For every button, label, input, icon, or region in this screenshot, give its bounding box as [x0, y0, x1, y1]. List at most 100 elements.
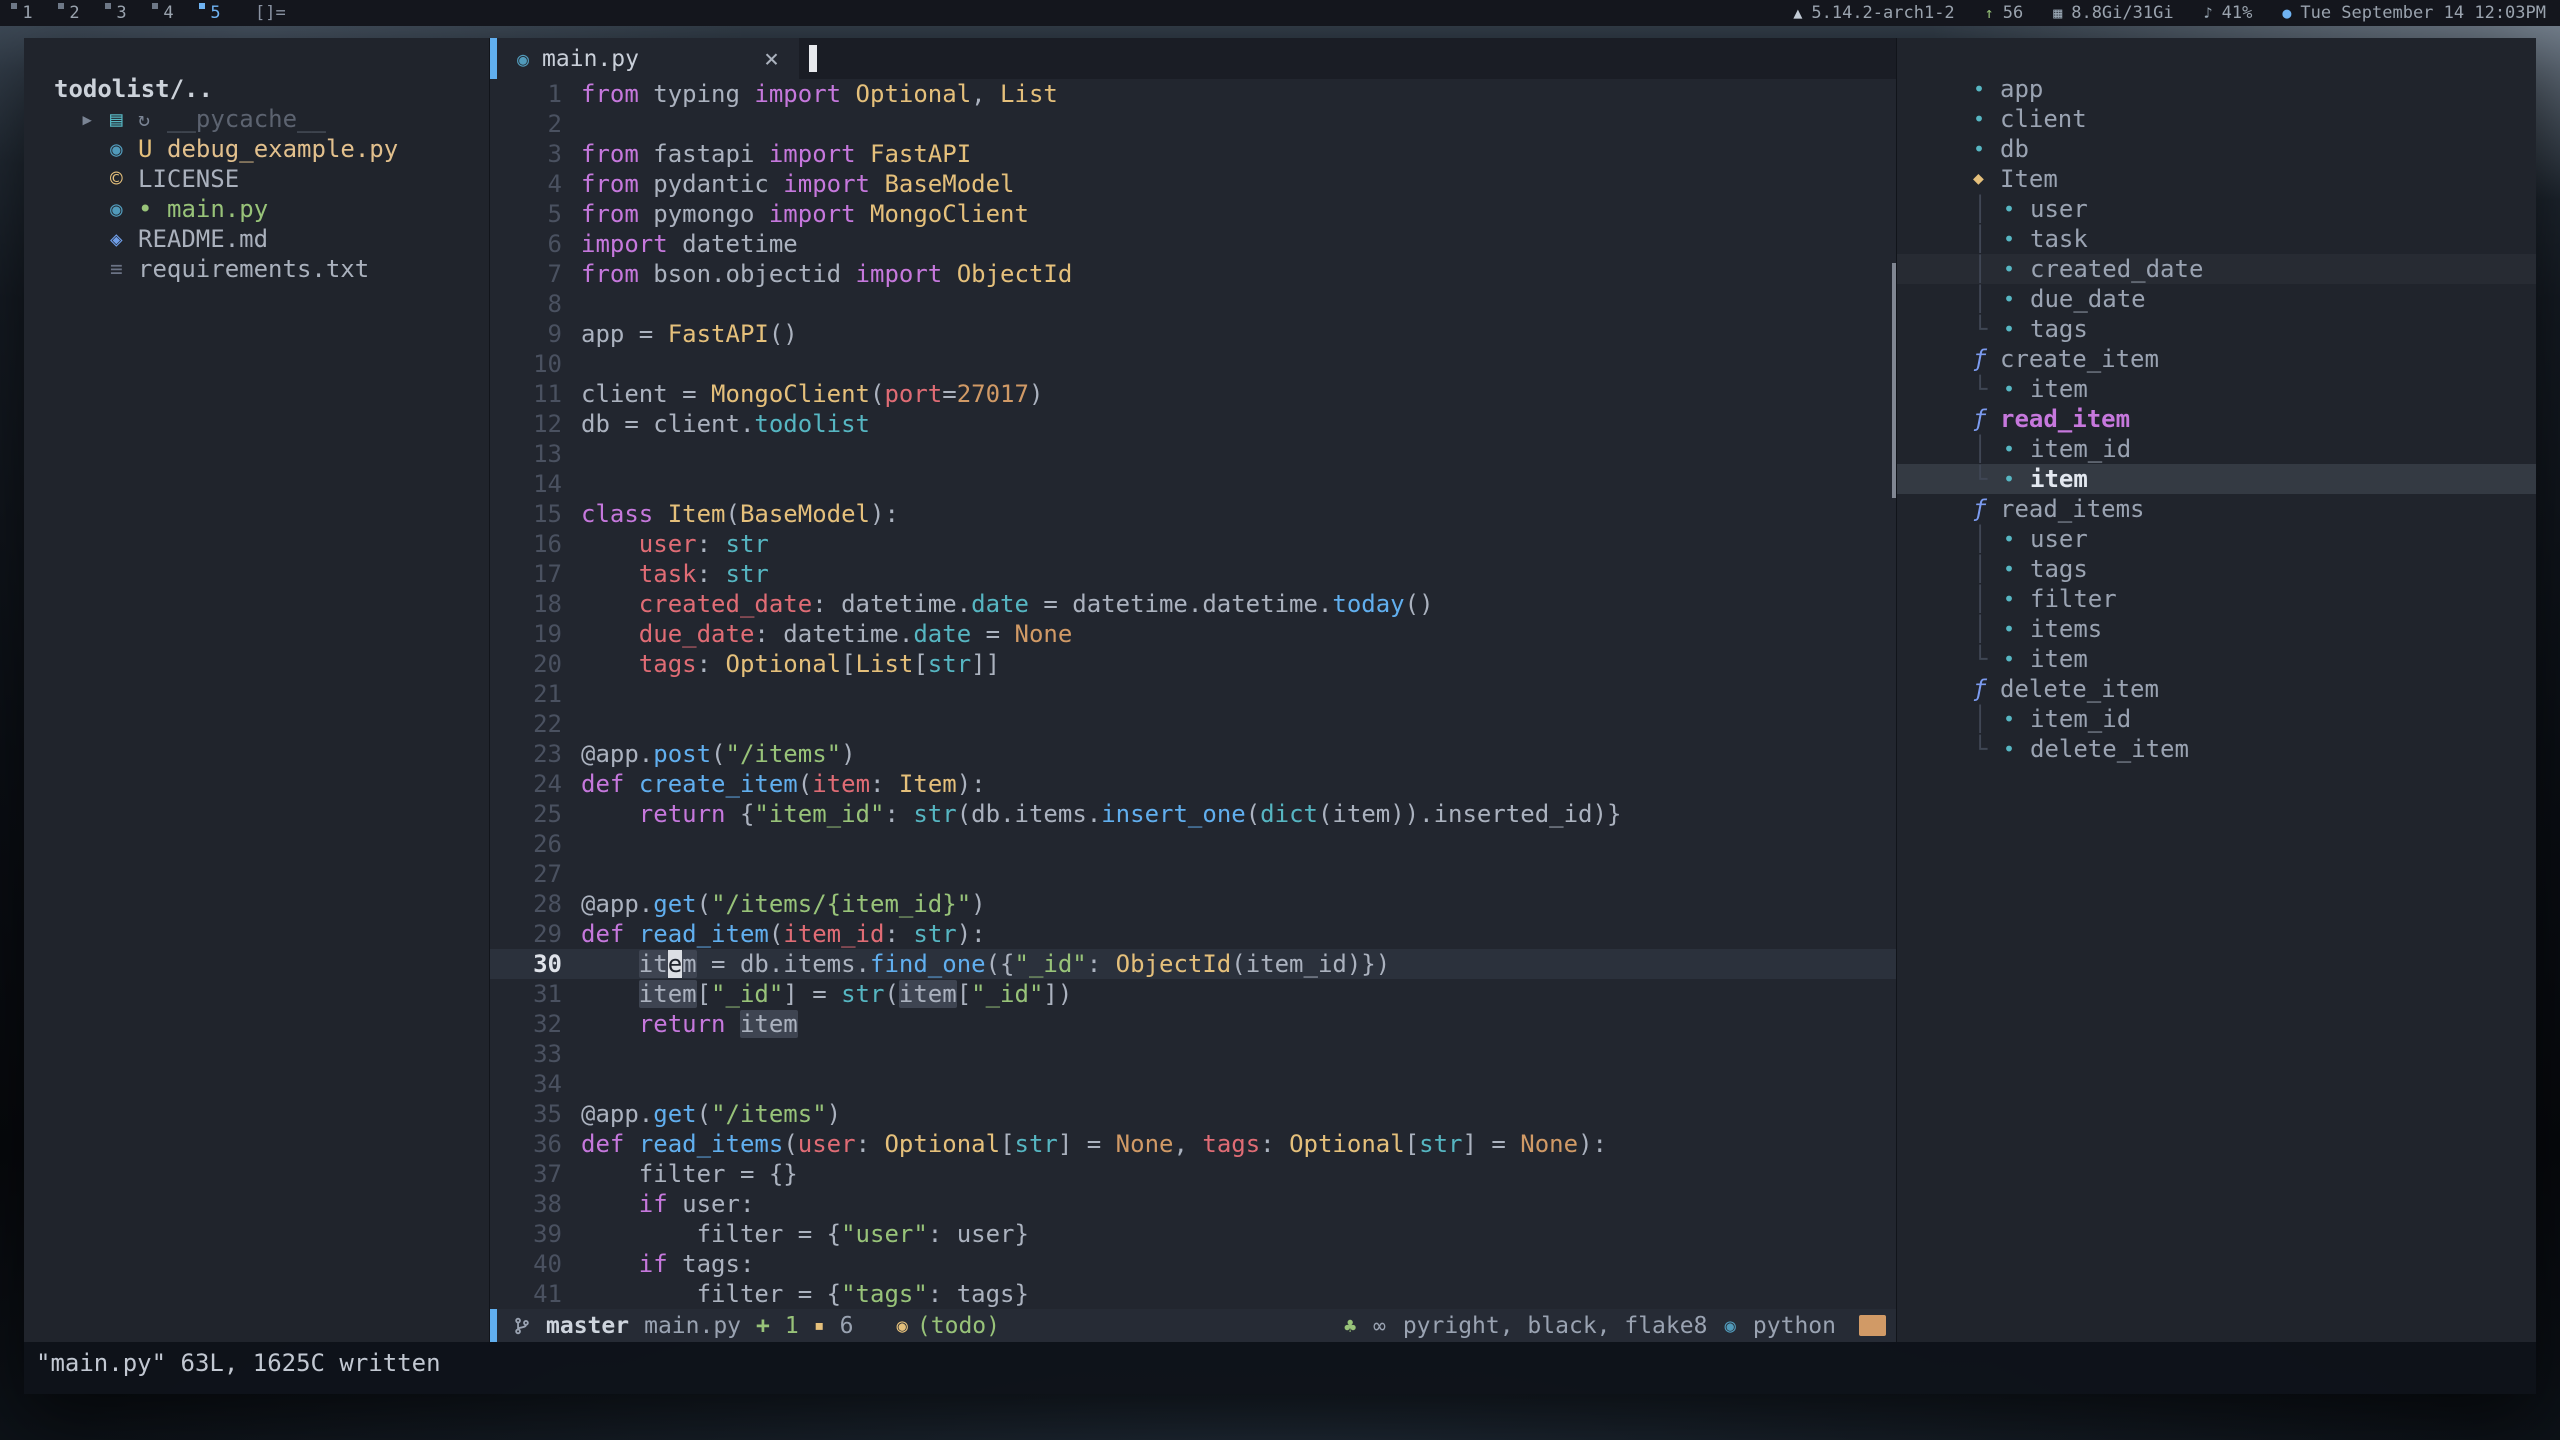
outline-item[interactable]: │•tags: [1897, 554, 2536, 584]
line-number: 18: [490, 589, 581, 619]
outline-item[interactable]: ƒdelete_item: [1897, 674, 2536, 704]
outline-item[interactable]: └•item: [1897, 374, 2536, 404]
outline-item[interactable]: └•tags: [1897, 314, 2536, 344]
code-line[interactable]: 39 filter = {"user": user}: [490, 1219, 1896, 1249]
outline-item[interactable]: │•filter: [1897, 584, 2536, 614]
scrollbar-thumb[interactable]: [1892, 263, 1896, 498]
code-line[interactable]: 33: [490, 1039, 1896, 1069]
outline-item[interactable]: │•item_id: [1897, 704, 2536, 734]
filename: README.md: [138, 224, 268, 254]
workspace-4[interactable]: 4: [145, 0, 192, 26]
code-line[interactable]: 19 due_date: datetime.date = None: [490, 619, 1896, 649]
workspace-3[interactable]: 3: [98, 0, 145, 26]
outline-item[interactable]: •client: [1897, 104, 2536, 134]
outline-item[interactable]: │•items: [1897, 614, 2536, 644]
python-icon: ◉: [517, 47, 529, 71]
code-line[interactable]: 28@app.get("/items/{item_id}"): [490, 889, 1896, 919]
workspace-1[interactable]: 1: [4, 0, 51, 26]
code-line[interactable]: 23@app.post("/items"): [490, 739, 1896, 769]
line-text: filter = {}: [581, 1159, 798, 1189]
workspace-2[interactable]: 2: [51, 0, 98, 26]
outline-item[interactable]: │•task: [1897, 224, 2536, 254]
code-line[interactable]: 9app = FastAPI(): [490, 319, 1896, 349]
symbols-outline[interactable]: •app•client•db◆Item│•user│•task│•created…: [1896, 38, 2536, 1342]
code-line[interactable]: 13: [490, 439, 1896, 469]
code-line[interactable]: 10: [490, 349, 1896, 379]
code-line[interactable]: 17 task: str: [490, 559, 1896, 589]
outline-item[interactable]: └•delete_item: [1897, 734, 2536, 764]
filetree-item[interactable]: ◉•main.py: [24, 194, 489, 224]
code-line[interactable]: 24def create_item(item: Item):: [490, 769, 1896, 799]
code-line[interactable]: 4from pydantic import BaseModel: [490, 169, 1896, 199]
code-line[interactable]: 5from pymongo import MongoClient: [490, 199, 1896, 229]
outline-item[interactable]: ƒcreate_item: [1897, 344, 2536, 374]
outline-item[interactable]: │•due_date: [1897, 284, 2536, 314]
code-line[interactable]: 38 if user:: [490, 1189, 1896, 1219]
code-line[interactable]: 14: [490, 469, 1896, 499]
line-number: 4: [490, 169, 581, 199]
code-line[interactable]: 6import datetime: [490, 229, 1896, 259]
outline-item[interactable]: │•item_id: [1897, 434, 2536, 464]
line-text: user: str: [581, 529, 769, 559]
outline-item[interactable]: ◆Item: [1897, 164, 2536, 194]
outline-item[interactable]: │•user: [1897, 194, 2536, 224]
filetree-item[interactable]: ©LICENSE: [24, 164, 489, 194]
code-line[interactable]: 12db = client.todolist: [490, 409, 1896, 439]
code-line[interactable]: 7from bson.objectid import ObjectId: [490, 259, 1896, 289]
code-line[interactable]: 18 created_date: datetime.date = datetim…: [490, 589, 1896, 619]
code-line[interactable]: 37 filter = {}: [490, 1159, 1896, 1189]
filetree-item[interactable]: ▸▤↻__pycache__: [24, 104, 489, 134]
outline-item[interactable]: ƒread_items: [1897, 494, 2536, 524]
code-area[interactable]: 1from typing import Optional, List23from…: [490, 79, 1896, 1309]
code-line[interactable]: 20 tags: Optional[List[str]]: [490, 649, 1896, 679]
code-line[interactable]: 29def read_item(item_id: str):: [490, 919, 1896, 949]
tab-main-py[interactable]: ◉ main.py ×: [497, 38, 799, 79]
code-line[interactable]: 11client = MongoClient(port=27017): [490, 379, 1896, 409]
filetree-item[interactable]: ≡requirements.txt: [24, 254, 489, 284]
code-line[interactable]: 30 item = db.items.find_one({"_id": Obje…: [490, 949, 1896, 979]
workspace-5[interactable]: 5: [192, 0, 239, 26]
filetree-item[interactable]: ◈README.md: [24, 224, 489, 254]
layout-symbol[interactable]: []=: [255, 3, 286, 23]
virtualenv-segment: ◉ (todo): [896, 1313, 1000, 1339]
code-line[interactable]: 41 filter = {"tags": tags}: [490, 1279, 1896, 1309]
outline-item[interactable]: •app: [1897, 74, 2536, 104]
outline-item[interactable]: •db: [1897, 134, 2536, 164]
filetree-item[interactable]: ◉Udebug_example.py: [24, 134, 489, 164]
code-line[interactable]: 26: [490, 829, 1896, 859]
diff-added-count: 1: [785, 1313, 799, 1339]
code-line[interactable]: 25 return {"item_id": str(db.items.inser…: [490, 799, 1896, 829]
code-line[interactable]: 3from fastapi import FastAPI: [490, 139, 1896, 169]
code-line[interactable]: 34: [490, 1069, 1896, 1099]
code-line[interactable]: 32 return item: [490, 1009, 1896, 1039]
arrow-spacer: [80, 134, 110, 164]
code-line[interactable]: 35@app.get("/items"): [490, 1099, 1896, 1129]
filetype-label: python: [1753, 1313, 1836, 1339]
code-line[interactable]: 1from typing import Optional, List: [490, 79, 1896, 109]
var-icon: •: [2003, 734, 2030, 764]
tree-guide: │: [1973, 704, 2003, 734]
code-line[interactable]: 2: [490, 109, 1896, 139]
file-explorer-root[interactable]: todolist/..: [24, 74, 489, 104]
tree-guide: │: [1973, 284, 2003, 314]
tree-guide: │: [1973, 434, 2003, 464]
outline-item[interactable]: ƒread_item: [1897, 404, 2536, 434]
tab-close-icon[interactable]: ×: [764, 44, 779, 73]
kernel-module: ▲ 5.14.2-arch1-2: [1793, 3, 1954, 23]
markdown-icon: ◈: [110, 224, 138, 254]
code-line[interactable]: 21: [490, 679, 1896, 709]
code-line[interactable]: 8: [490, 289, 1896, 319]
code-line[interactable]: 27: [490, 859, 1896, 889]
code-line[interactable]: 31 item["_id"] = str(item["_id"]): [490, 979, 1896, 1009]
outline-item[interactable]: └•item: [1897, 644, 2536, 674]
clock-module: ● Tue September 14 12:03PM: [2282, 3, 2546, 23]
outline-item[interactable]: └•item: [1897, 464, 2536, 494]
code-line[interactable]: 36def read_items(user: Optional[str] = N…: [490, 1129, 1896, 1159]
code-line[interactable]: 16 user: str: [490, 529, 1896, 559]
outline-item[interactable]: │•user: [1897, 524, 2536, 554]
code-line[interactable]: 15class Item(BaseModel):: [490, 499, 1896, 529]
outline-item[interactable]: │•created_date: [1897, 254, 2536, 284]
code-line[interactable]: 40 if tags:: [490, 1249, 1896, 1279]
file-explorer[interactable]: todolist/.. ▸▤↻__pycache__ ◉Udebug_examp…: [24, 38, 490, 1342]
code-line[interactable]: 22: [490, 709, 1896, 739]
